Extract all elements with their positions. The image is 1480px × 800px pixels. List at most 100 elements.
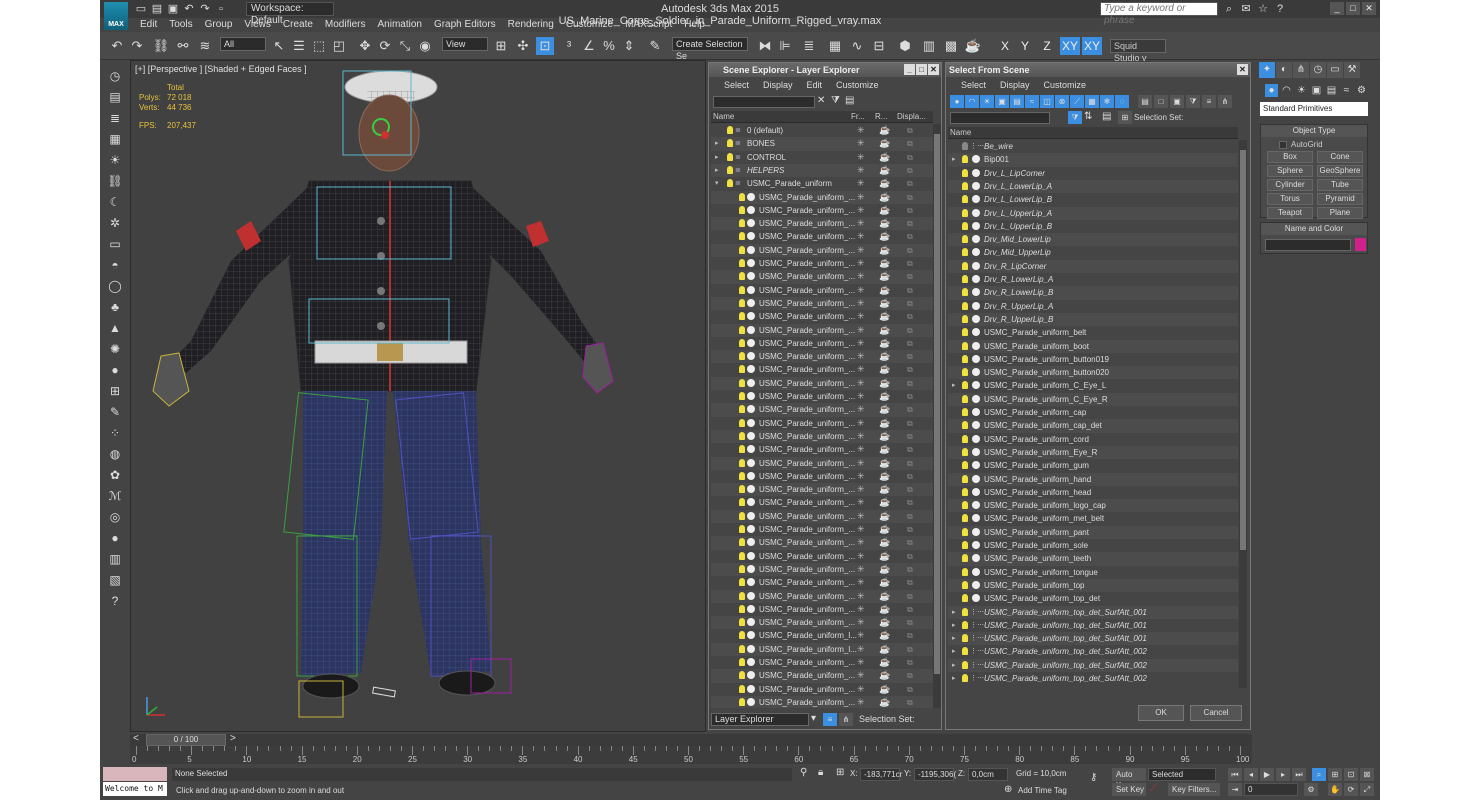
scene-object-row[interactable]: USMC_Parade_uniform_button020 (948, 366, 1238, 380)
rendered-frame-window-icon[interactable]: ▩ (942, 37, 960, 55)
align-icon[interactable]: ⊫ (776, 37, 794, 55)
renderable-teapot-icon[interactable]: ☕ (879, 390, 890, 403)
display-mode-icon[interactable]: ⧉ (907, 137, 913, 150)
cylinder-button[interactable]: Cylinder (1267, 179, 1313, 191)
display-mode-icon[interactable]: ⧉ (907, 350, 913, 363)
freeze-icon[interactable]: ✳ (857, 164, 865, 177)
renderable-teapot-icon[interactable]: ☕ (879, 217, 890, 230)
visibility-bulb-icon[interactable] (739, 219, 745, 228)
prev-frame-arrow[interactable]: < (133, 733, 139, 744)
scene-explorer-menu-select[interactable]: Select (717, 77, 756, 93)
help-icon[interactable]: ? (107, 593, 123, 609)
maxscript-output[interactable]: Welcome to M (103, 782, 167, 796)
z-coordinate-field[interactable]: 0,0cm (968, 768, 1008, 781)
layer-object-row[interactable]: USMC_Parade_uniform_l... ✳ ☕ ⧉ (711, 629, 933, 642)
visibility-bulb-icon[interactable] (739, 259, 745, 267)
visibility-bulb-icon[interactable] (727, 139, 733, 148)
max-logo-button[interactable]: MAX (104, 2, 128, 30)
sphere-icon[interactable]: ◯ (107, 278, 123, 294)
renderable-teapot-icon[interactable]: ☕ (879, 696, 890, 708)
cone-button[interactable]: Cone (1317, 151, 1363, 163)
filter-icon[interactable]: ⧩ (1068, 111, 1082, 124)
display-tab-icon[interactable]: ▭ (1327, 62, 1343, 78)
display-mode-icon[interactable]: ⧉ (907, 510, 913, 523)
renderable-teapot-icon[interactable]: ☕ (879, 603, 890, 616)
display-mode-icon[interactable]: ⧉ (907, 643, 913, 656)
visibility-bulb-icon[interactable] (962, 554, 968, 563)
named-selection-set-dropdown[interactable]: Create Selection Se (672, 37, 748, 61)
visibility-bulb-icon[interactable] (739, 564, 745, 573)
moon-icon[interactable]: ☾ (107, 194, 123, 210)
scene-object-row[interactable]: Drv_L_UpperLip_A (948, 206, 1238, 220)
expand-arrow-icon[interactable]: ▸ (952, 659, 956, 672)
renderable-teapot-icon[interactable]: ☕ (879, 151, 890, 164)
menu-item-views[interactable]: Views (238, 18, 277, 32)
selection-set-icon[interactable]: ⊞ (1118, 111, 1132, 124)
visibility-bulb-icon[interactable] (739, 551, 745, 560)
sort-icon[interactable]: ⇅ (1084, 111, 1092, 122)
time-tag-icon[interactable]: ⊕ (1004, 784, 1012, 795)
select-from-scene-title-bar[interactable]: Select From Scene ✕ (946, 63, 1250, 77)
freeze-icon[interactable]: ✳ (857, 483, 865, 496)
visibility-bulb-icon[interactable] (739, 392, 745, 400)
visibility-bulb-icon[interactable] (962, 487, 968, 496)
save-icon[interactable]: ▣ (166, 2, 180, 16)
visibility-bulb-icon[interactable] (739, 405, 745, 414)
visibility-bulb-icon[interactable] (739, 511, 745, 520)
pivot-center-icon[interactable]: ⊞ (492, 37, 510, 55)
freeze-icon[interactable]: ✳ (857, 177, 865, 190)
cameras-filter-icon[interactable]: ▣ (995, 95, 1009, 108)
freeze-icon[interactable]: ✳ (857, 350, 865, 363)
renderable-teapot-icon[interactable]: ☕ (879, 284, 890, 297)
layer-row[interactable]: ▸ ≣ CONTROL ✳ ☕ ⧉ (711, 151, 933, 164)
visibility-bulb-icon[interactable] (739, 644, 745, 653)
scene-explorer-find-input[interactable] (713, 96, 815, 108)
scene-object-row[interactable]: ▸ ⋮⋯ USMC_Parade_uniform_top_det_SurfAtt_0… (948, 672, 1238, 685)
renderable-teapot-icon[interactable]: ☕ (879, 669, 890, 682)
snaps-toggle-icon[interactable]: ³ (560, 37, 578, 55)
y-coordinate-field[interactable]: -1195,306( (914, 768, 956, 781)
scene-object-row[interactable]: USMC_Parade_uniform_top_det (948, 592, 1238, 605)
visibility-bulb-icon[interactable] (962, 381, 968, 390)
maximize-icon[interactable]: □ (1346, 2, 1360, 15)
name-and-color-header[interactable]: Name and Color (1261, 223, 1367, 235)
link-icon[interactable]: ⛓ (107, 173, 123, 189)
stack-icon[interactable]: ▧ (107, 572, 123, 588)
visibility-bulb-icon[interactable] (739, 485, 745, 494)
display-mode-icon[interactable]: ⧉ (907, 390, 913, 403)
renderable-teapot-icon[interactable]: ☕ (879, 643, 890, 656)
layer-object-row[interactable]: USMC_Parade_uniform_... ✳ ☕ ⧉ (711, 443, 933, 456)
reference-coordinate-dropdown[interactable]: View (442, 37, 488, 51)
angle-snap-icon[interactable]: ∠ (580, 37, 598, 55)
render-production-icon[interactable]: ☕ (964, 37, 982, 55)
visibility-bulb-icon[interactable] (739, 445, 745, 454)
visibility-bulb-icon[interactable] (962, 314, 968, 323)
visibility-bulb-icon[interactable] (962, 181, 968, 190)
expand-arrow-icon[interactable]: ▸ (952, 632, 956, 645)
redo-icon[interactable]: ↷ (128, 37, 146, 55)
layer-object-row[interactable]: USMC_Parade_uniform_... ✳ ☕ ⧉ (711, 456, 933, 470)
scene-object-row[interactable]: Drv_R_LowerLip_A (948, 273, 1238, 286)
visibility-bulb-icon[interactable] (727, 179, 733, 188)
layer-manager-icon[interactable]: ≣ (800, 37, 818, 55)
motion-tab-icon[interactable]: ◷ (1310, 62, 1326, 78)
freeze-icon[interactable]: ✳ (857, 470, 865, 483)
layer-object-row[interactable]: USMC_Parade_uniform_... ✳ ☕ ⧉ (711, 376, 933, 390)
sun-icon[interactable]: ✺ (107, 341, 123, 357)
scene-object-row[interactable]: USMC_Parade_uniform_cap_det (948, 419, 1238, 433)
soldier-model[interactable] (131, 61, 706, 732)
visibility-bulb-icon[interactable] (739, 365, 745, 374)
freeze-icon[interactable]: ✳ (857, 510, 865, 523)
visibility-bulb-icon[interactable] (962, 235, 968, 244)
renderable-teapot-icon[interactable]: ☕ (879, 270, 890, 283)
shapes-filter-icon[interactable]: ◠ (965, 95, 979, 108)
scene-object-row[interactable]: USMC_Parade_uniform_boot (948, 339, 1238, 353)
zoom-icon[interactable]: ⌕ (1312, 768, 1326, 781)
visibility-bulb-icon[interactable] (962, 341, 968, 350)
visibility-bulb-icon[interactable] (739, 285, 745, 294)
freeze-icon[interactable]: ✳ (857, 603, 865, 616)
display-mode-icon[interactable]: ⧉ (907, 430, 913, 443)
scene-object-row[interactable]: ⋮⋯ Be_wire (948, 140, 1238, 153)
visibility-bulb-icon[interactable] (739, 538, 745, 547)
squid-studio-dropdown[interactable]: Squid Studio v (1110, 39, 1166, 63)
